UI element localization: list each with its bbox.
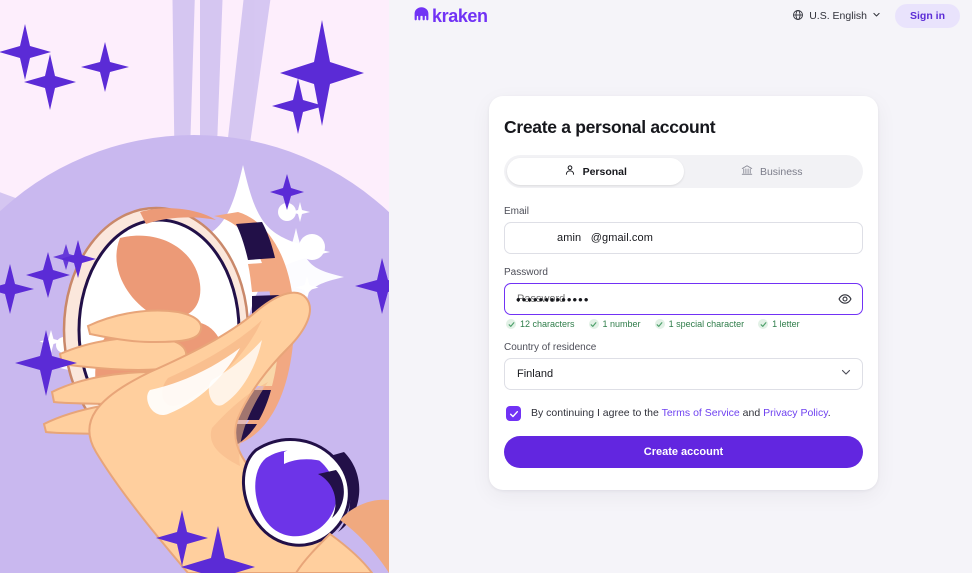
person-icon — [564, 164, 576, 179]
terms-of-service-link[interactable]: Terms of Service — [662, 407, 740, 419]
terms-consent-row: By continuing I agree to the Terms of Se… — [506, 406, 863, 421]
header-actions: U.S. English Sign in — [792, 4, 960, 28]
consent-text-before: By continuing I agree to the — [531, 406, 662, 419]
kraken-wordmark: kraken — [432, 6, 488, 26]
requirement-item: 1 number — [588, 319, 641, 329]
check-icon — [654, 319, 665, 329]
bank-icon — [741, 164, 753, 179]
signup-card: Create a personal account Personal Busin… — [489, 96, 878, 490]
kraken-logo[interactable]: kraken — [413, 6, 488, 27]
tab-business[interactable]: Business — [684, 158, 861, 185]
tab-personal[interactable]: Personal — [507, 158, 684, 185]
requirement-label: 1 letter — [772, 319, 800, 329]
consent-text-after: . — [827, 406, 831, 419]
chevron-down-icon — [872, 10, 881, 22]
password-field-wrap: ••••••••••••• — [504, 283, 863, 315]
sign-in-button[interactable]: Sign in — [895, 4, 960, 28]
signup-page: kraken U.S. English Sign in Create a per… — [0, 0, 972, 573]
tab-business-label: Business — [759, 165, 803, 178]
password-requirements: 12 characters 1 number 1 special charact… — [506, 319, 863, 329]
check-icon — [506, 319, 516, 329]
create-account-button[interactable]: Create account — [504, 436, 863, 468]
kraken-octopus-icon — [413, 6, 430, 27]
requirement-item: 1 letter — [758, 319, 800, 329]
check-icon — [588, 319, 599, 329]
terms-checkbox[interactable] — [506, 406, 521, 421]
email-input[interactable] — [504, 222, 863, 254]
consent-text: By continuing I agree to the Terms of Se… — [531, 407, 831, 421]
requirement-label: 12 characters — [520, 319, 575, 329]
site-header: kraken U.S. English Sign in — [389, 0, 972, 32]
requirement-label: 1 special character — [668, 319, 745, 329]
country-field-wrap — [504, 358, 863, 390]
email-field-wrap — [504, 222, 863, 254]
globe-icon — [792, 9, 804, 24]
consent-text-middle: and — [739, 406, 764, 419]
password-input[interactable] — [504, 283, 863, 315]
email-label: Email — [504, 206, 530, 217]
country-label: Country of residence — [504, 342, 597, 353]
requirement-item: 12 characters — [506, 319, 575, 329]
country-select[interactable] — [504, 358, 863, 390]
check-icon — [758, 319, 769, 329]
password-label: Password — [504, 267, 548, 278]
tab-personal-label: Personal — [582, 165, 627, 178]
language-selector[interactable]: U.S. English — [792, 9, 881, 24]
signup-panel: kraken U.S. English Sign in Create a per… — [389, 0, 972, 573]
requirement-label: 1 number — [602, 319, 641, 329]
page-title: Create a personal account — [504, 117, 716, 137]
requirement-item: 1 special character — [654, 319, 745, 329]
eye-icon[interactable] — [836, 290, 854, 308]
language-label: U.S. English — [809, 10, 867, 22]
hand-holding-coin-illustration — [0, 0, 389, 573]
privacy-policy-link[interactable]: Privacy Policy — [763, 407, 828, 419]
account-type-tabs: Personal Business — [504, 155, 863, 188]
